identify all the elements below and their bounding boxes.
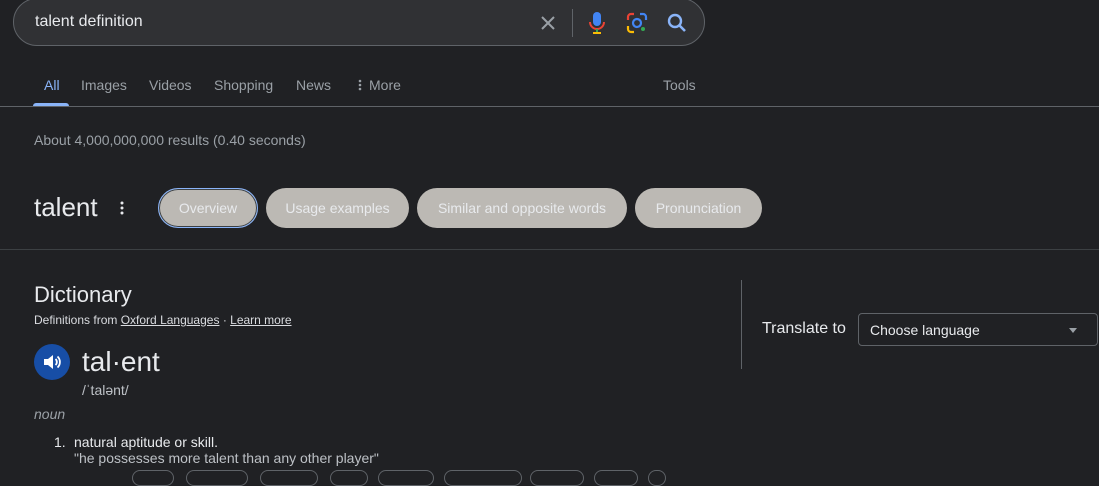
tab-more[interactable]: More: [357, 77, 401, 93]
dictionary-heading: Dictionary: [34, 282, 132, 307]
tab-all[interactable]: All: [44, 77, 60, 93]
synonym-expand[interactable]: [648, 470, 666, 486]
synonym-chip[interactable]: [132, 470, 174, 486]
synonym-chip[interactable]: [594, 470, 638, 486]
header-divider: [0, 249, 1099, 250]
headword: tal·ent: [82, 346, 160, 377]
definition-number: 1.: [54, 434, 66, 450]
word-title: talent: [34, 192, 98, 222]
result-stats: About 4,000,000,000 results (0.40 second…: [34, 132, 306, 148]
search-divider: [572, 9, 573, 37]
tools-button[interactable]: Tools: [663, 77, 696, 93]
search-input[interactable]: talent definition: [35, 13, 143, 31]
chip-overview[interactable]: Overview: [158, 188, 258, 228]
dropdown-arrow-icon: [1069, 328, 1077, 333]
synonym-chip[interactable]: [530, 470, 584, 486]
language-select[interactable]: Choose language: [858, 313, 1098, 346]
tab-more-label: More: [369, 77, 401, 93]
more-options-icon[interactable]: [114, 196, 130, 220]
definition-example: "he possesses more talent than any other…: [74, 450, 379, 466]
separator-dot: ·: [222, 313, 227, 327]
translate-label: Translate to: [762, 320, 846, 337]
tab-shopping[interactable]: Shopping: [214, 77, 273, 93]
synonym-chip[interactable]: [444, 470, 522, 486]
tab-news[interactable]: News: [296, 77, 331, 93]
chip-usage-examples[interactable]: Usage examples: [266, 188, 409, 228]
language-select-value: Choose language: [870, 322, 980, 338]
synonym-chip[interactable]: [260, 470, 318, 486]
part-of-speech: noun: [34, 406, 66, 422]
search-box[interactable]: talent definition: [13, 0, 705, 46]
tabs-divider: [0, 106, 1099, 107]
tab-videos[interactable]: Videos: [149, 77, 192, 93]
definition-text: natural aptitude or skill.: [74, 434, 218, 450]
chip-pronunciation[interactable]: Pronunciation: [635, 188, 762, 228]
tab-images[interactable]: Images: [81, 77, 127, 93]
oxford-languages-link[interactable]: Oxford Languages: [121, 313, 220, 327]
defs-from-prefix: Definitions from: [34, 313, 118, 327]
chip-similar-opposite[interactable]: Similar and opposite words: [417, 188, 627, 228]
learn-more-link[interactable]: Learn more: [230, 313, 291, 327]
synonym-chip[interactable]: [186, 470, 248, 486]
search-icon[interactable]: [663, 9, 691, 37]
microphone-icon[interactable]: [583, 9, 611, 37]
definitions-source: Definitions from Oxford Languages · Lear…: [34, 313, 292, 327]
clear-icon[interactable]: [534, 9, 562, 37]
synonym-chip[interactable]: [330, 470, 368, 486]
phonetic: /ˈtalənt/: [82, 382, 129, 398]
synonym-chip[interactable]: [378, 470, 434, 486]
more-vert-icon: [358, 79, 362, 91]
lens-camera-icon[interactable]: [623, 9, 651, 37]
translate-divider: [741, 280, 742, 369]
speaker-icon[interactable]: [34, 344, 70, 380]
